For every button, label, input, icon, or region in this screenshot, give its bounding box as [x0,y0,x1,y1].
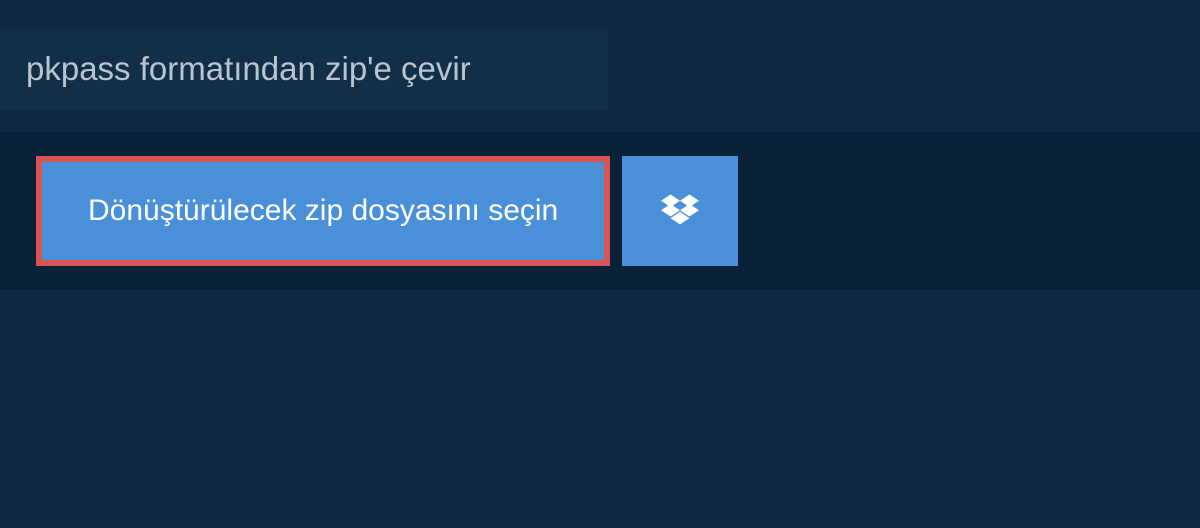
dropbox-button[interactable] [622,156,738,266]
page-title: pkpass formatından zip'e çevir [26,50,582,88]
header-bar: pkpass formatından zip'e çevir [0,28,608,110]
select-file-button[interactable]: Dönüştürülecek zip dosyasını seçin [36,156,610,266]
dropbox-icon [661,194,699,228]
upload-panel: Dönüştürülecek zip dosyasını seçin [0,132,1200,290]
select-file-label: Dönüştürülecek zip dosyasını seçin [88,194,558,228]
